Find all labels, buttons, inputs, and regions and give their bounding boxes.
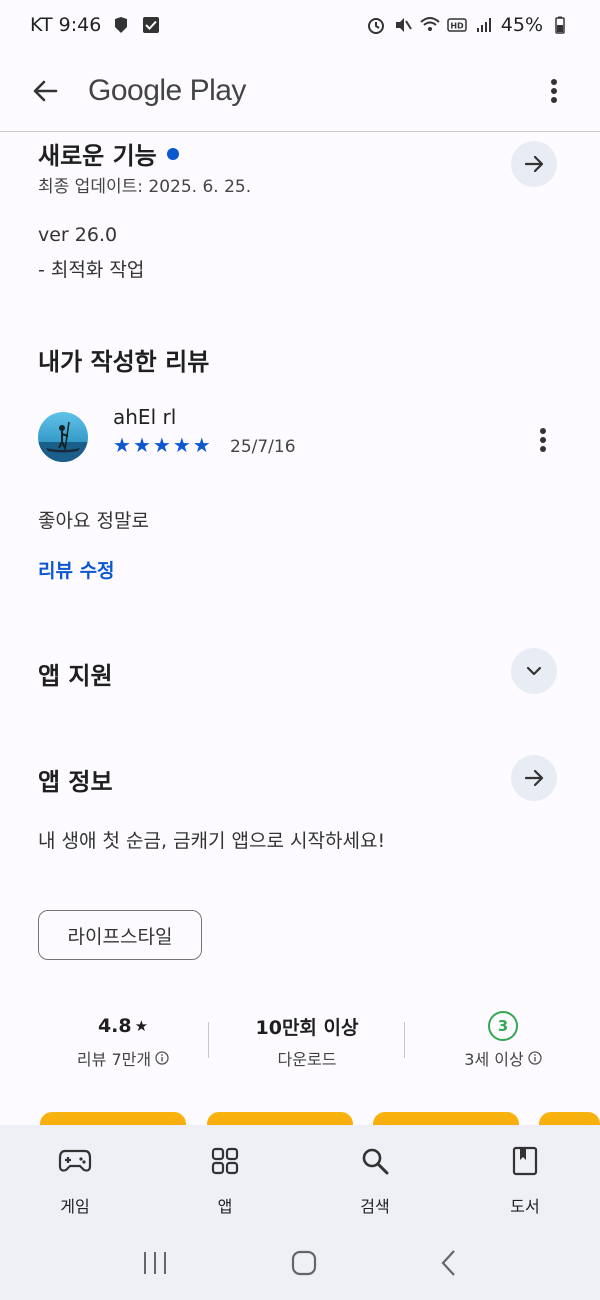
gamepad-icon: [58, 1149, 92, 1172]
more-vert-icon: [551, 78, 557, 103]
home-button[interactable]: [290, 1249, 318, 1281]
search-icon: [362, 1148, 389, 1175]
downloads-label: 다운로드: [277, 1050, 337, 1069]
chevron-down-icon: [526, 666, 542, 676]
review-date: 25/7/16: [230, 437, 296, 457]
recent-apps-button[interactable]: [141, 1250, 169, 1280]
age-rating-badge: 3: [488, 1011, 518, 1041]
whats-new-arrow-button[interactable]: [511, 141, 557, 187]
update-note: - 최적화 작업: [38, 259, 145, 281]
arrow-forward-icon: [524, 155, 544, 173]
more-vert-icon: [540, 428, 546, 452]
review-more-button[interactable]: [528, 422, 558, 458]
home-icon: [291, 1250, 317, 1276]
book-icon: [512, 1146, 538, 1176]
nav-label-games: 게임: [60, 1197, 90, 1216]
star-icon: ★: [172, 433, 191, 457]
star-icon: ★: [134, 1017, 149, 1035]
last-updated: 최종 업데이트: 2025. 6. 25.: [38, 177, 252, 197]
app-bar: Google Play: [0, 50, 600, 132]
star-icon: ★: [113, 433, 131, 457]
bottom-navigation: 게임 앱 검색 도서: [0, 1125, 600, 1230]
check-box-icon: [143, 17, 160, 33]
star-icon: ★: [152, 433, 171, 457]
review-text: 좋아요 정말로: [38, 510, 149, 532]
nav-item-books[interactable]: 도서: [450, 1125, 600, 1230]
whats-new-title: 새로운 기능: [38, 136, 179, 171]
rating-value: 4.8: [97, 1015, 132, 1037]
star-rating: ★ ★ ★ ★ ★: [113, 433, 211, 457]
more-options-button[interactable]: [534, 71, 574, 111]
system-navigation-bar: [0, 1230, 600, 1300]
svg-text:HD: HD: [450, 22, 464, 31]
arrow-forward-icon: [524, 769, 544, 787]
version-text: ver 26.0: [38, 224, 118, 246]
recent-apps-icon: [143, 1252, 166, 1274]
back-button[interactable]: [26, 72, 64, 110]
apps-grid-icon: [211, 1147, 239, 1175]
alarm-icon: [367, 18, 384, 34]
app-support-title[interactable]: 앱 지원: [38, 656, 113, 691]
wifi-icon: [420, 17, 440, 31]
nav-label-books: 도서: [510, 1197, 540, 1216]
info-icon: [528, 1051, 542, 1065]
whats-new-title-text: 새로운 기능: [38, 142, 157, 170]
app-info-title: 앱 정보: [38, 768, 113, 796]
age-rating-stat[interactable]: 3 3세 이상: [410, 1010, 596, 1070]
avatar: [38, 412, 88, 462]
chevron-left-icon: [441, 1250, 456, 1276]
info-icon: [155, 1051, 169, 1065]
new-indicator-dot: [166, 148, 179, 160]
app-info-arrow-button[interactable]: [511, 755, 557, 801]
carrier-time: KT 9:46: [30, 14, 102, 36]
battery-percent: 45%: [500, 14, 543, 36]
stat-divider: [208, 1022, 209, 1058]
app-support-expand-button[interactable]: [511, 648, 557, 694]
nav-label-apps: 앱: [217, 1197, 233, 1216]
my-review-title: 내가 작성한 리뷰: [38, 348, 210, 376]
notification-icon: [115, 17, 128, 33]
nav-item-search[interactable]: 검색: [300, 1125, 450, 1230]
stat-divider: [404, 1022, 405, 1058]
nav-item-games[interactable]: 게임: [0, 1125, 150, 1230]
app-description: 내 생애 첫 순금, 금캐기 앱으로 시작하세요!: [38, 830, 386, 852]
hd-icon: HD: [447, 18, 467, 32]
arrow-back-icon: [33, 80, 58, 101]
signal-icon: [476, 18, 491, 32]
downloads-stat: 10만회 이상 다운로드: [214, 1010, 400, 1070]
rating-stat[interactable]: 4.8 ★ 리뷰 7만개: [38, 1010, 208, 1070]
mute-icon: [395, 18, 412, 32]
app-title: Google Play: [88, 73, 246, 107]
battery-icon: [555, 16, 565, 34]
rating-label: 리뷰 7만개: [76, 1050, 152, 1069]
nav-label-search: 검색: [360, 1197, 390, 1216]
status-bar: KT 9:46 HD 45%: [0, 0, 600, 50]
back-nav-button[interactable]: [439, 1249, 459, 1281]
reviewer-name: ahEl rl: [113, 405, 177, 429]
nav-item-apps[interactable]: 앱: [150, 1125, 300, 1230]
category-chip[interactable]: 라이프스타일: [38, 910, 202, 960]
star-icon: ★: [132, 433, 151, 457]
age-rating-label: 3세 이상: [464, 1050, 524, 1069]
downloads-value: 10만회 이상: [255, 1016, 359, 1039]
star-icon: ★: [192, 433, 211, 457]
edit-review-link[interactable]: 리뷰 수정: [38, 556, 115, 583]
